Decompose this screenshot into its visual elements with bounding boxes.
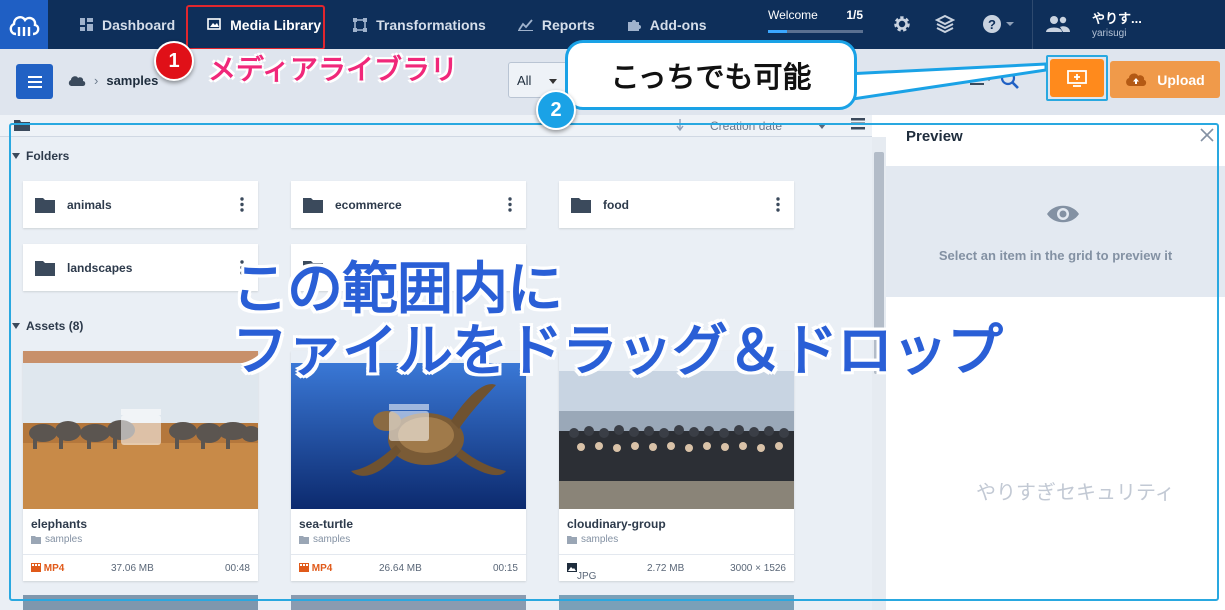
step-badge-2: 2 <box>536 90 576 130</box>
user-name[interactable]: やりす... <box>1092 8 1142 27</box>
user-id: yarisugi <box>1092 28 1127 39</box>
callout-tail <box>846 62 1046 102</box>
nav-transformations-label: Transformations <box>376 16 486 33</box>
transformations-icon <box>353 17 368 32</box>
gear-icon[interactable] <box>892 14 912 34</box>
users-icon[interactable] <box>1046 15 1070 33</box>
breadcrumb-current[interactable]: samples <box>106 73 158 88</box>
welcome-label: Welcome <box>768 8 818 22</box>
drop-instruction-line2: ファイルをドラッグ＆ドロップ <box>232 319 1003 382</box>
svg-text:?: ? <box>988 17 996 32</box>
reports-icon <box>517 19 533 31</box>
cloud-icon[interactable] <box>68 75 86 87</box>
nav-reports-label: Reports <box>541 16 595 33</box>
nav-dashboard-label: Dashboard <box>102 16 176 33</box>
user-separator <box>1032 0 1033 49</box>
puzzle-icon <box>627 19 641 31</box>
layers-icon[interactable] <box>935 14 955 34</box>
callout-bubble: こっちでも可能 <box>565 40 857 110</box>
cloudinary-logo[interactable] <box>0 0 48 49</box>
nav-addons-label: Add-ons <box>649 16 707 33</box>
annotation-media-library: メディアライブラリ <box>208 54 459 85</box>
welcome-progress-fill <box>768 30 787 33</box>
menu-button[interactable] <box>16 64 53 99</box>
nav-transformations[interactable]: Transformations <box>337 0 502 49</box>
welcome-count: 1/5 <box>846 8 863 22</box>
media-library-highlight <box>186 5 325 50</box>
welcome-progress[interactable]: Welcome 1/5 <box>768 8 863 33</box>
welcome-progress-bar <box>768 30 863 33</box>
upload-button[interactable]: Upload <box>1110 61 1220 98</box>
media-upload-widget-inner <box>1050 59 1104 97</box>
watermark: やりすぎセキュリティ <box>976 482 1175 504</box>
breadcrumb-separator: › <box>94 73 99 88</box>
help-icon[interactable]: ? <box>982 14 1016 34</box>
step-badge-1: 1 <box>154 41 194 81</box>
upload-label: Upload <box>1157 71 1205 88</box>
dashboard-icon <box>80 18 93 31</box>
upload-cloud-icon <box>1126 73 1147 86</box>
hamburger-icon <box>27 75 42 88</box>
monitor-plus-icon <box>1067 69 1087 87</box>
media-upload-widget-button[interactable] <box>1046 55 1108 101</box>
breadcrumb: › samples <box>68 73 158 88</box>
